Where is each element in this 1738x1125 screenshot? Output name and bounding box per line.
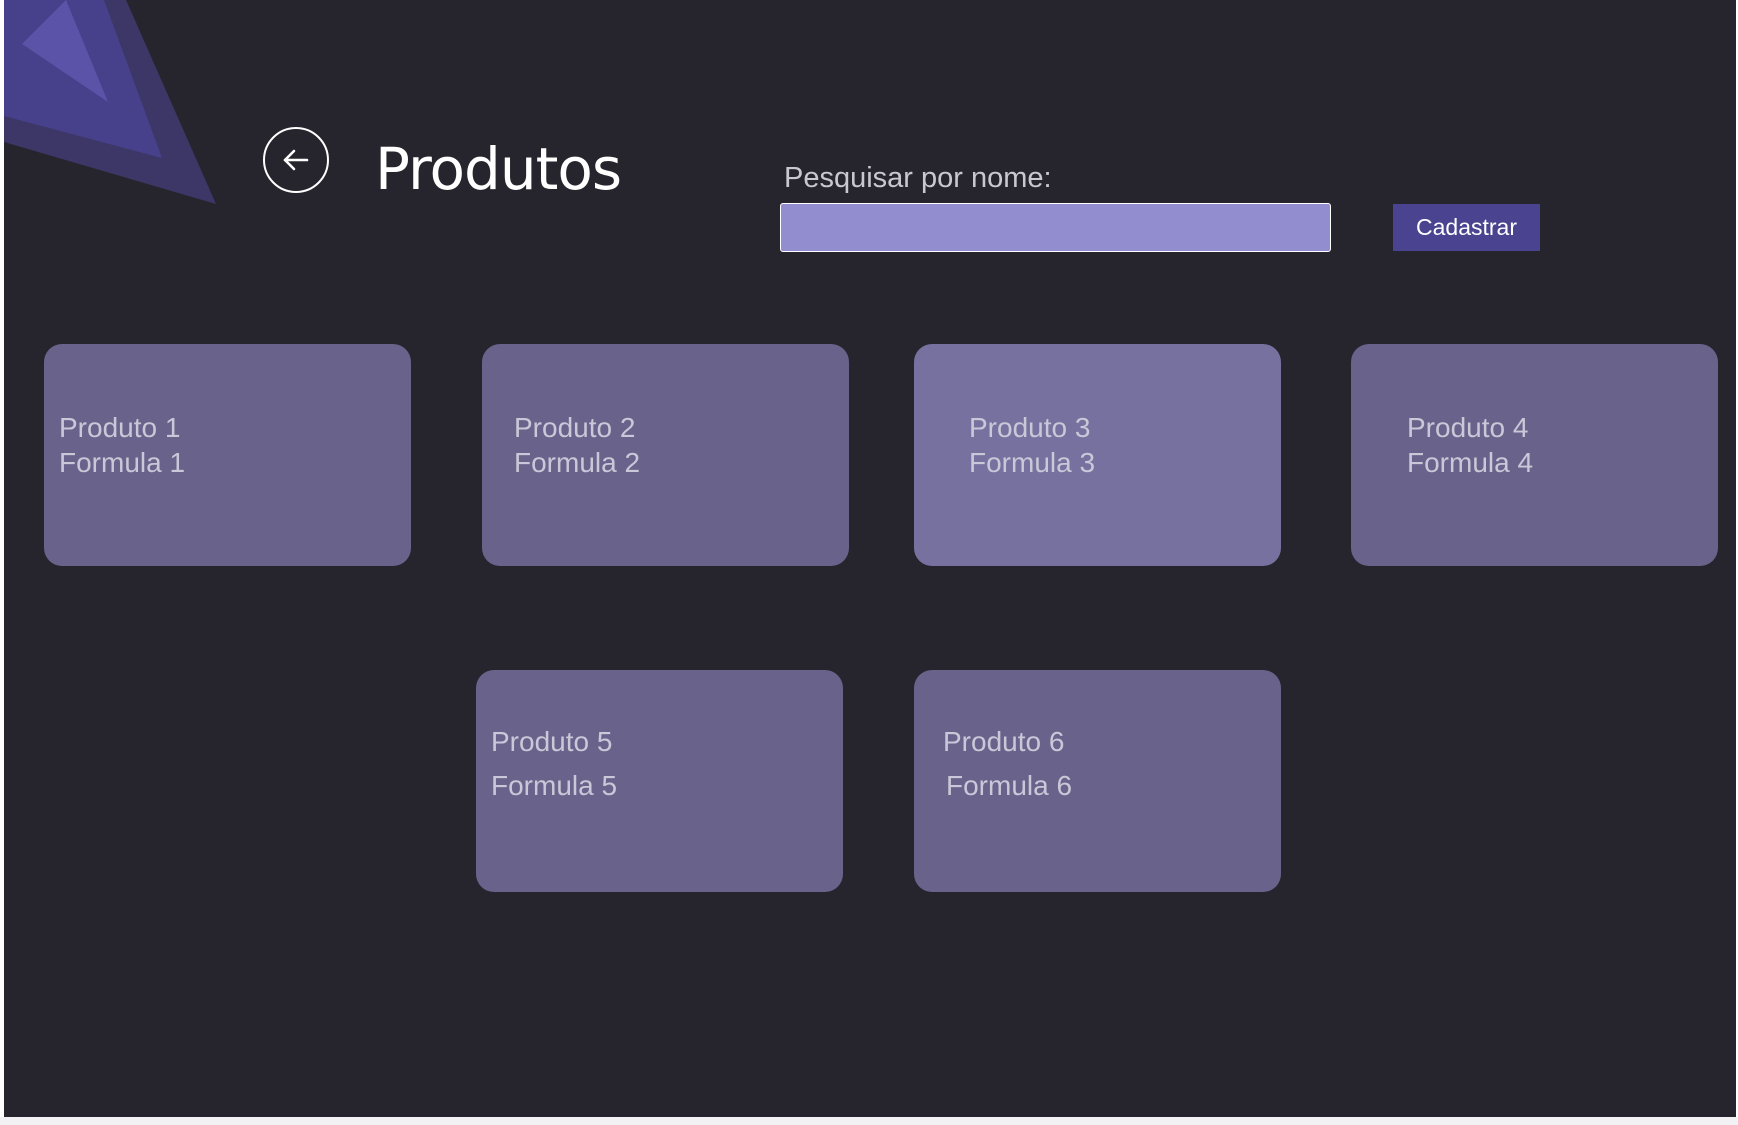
product-name: Produto 6 — [943, 726, 1065, 757]
product-name: Produto 5 — [491, 726, 613, 757]
product-name: Produto 4 — [1407, 412, 1529, 443]
page-title: Produtos — [375, 135, 622, 203]
product-card[interactable]: Produto 2 Formula 2 — [482, 344, 849, 566]
decorative-triangles — [4, 0, 216, 204]
arrow-left-icon — [283, 149, 309, 171]
product-formula: Formula 2 — [514, 447, 641, 478]
product-formula: Formula 4 — [1407, 447, 1534, 478]
product-card[interactable]: Produto 5 Formula 5 — [476, 670, 843, 892]
product-card[interactable]: Produto 6 Formula 6 — [914, 670, 1281, 892]
window-bottom-edge — [0, 1117, 1738, 1125]
product-formula: Formula 5 — [491, 770, 618, 801]
product-formula: Formula 1 — [59, 447, 186, 478]
product-name: Produto 1 — [59, 412, 181, 443]
product-card[interactable]: Produto 1 Formula 1 — [44, 344, 411, 566]
back-button[interactable] — [263, 127, 329, 193]
search-label: Pesquisar por nome: — [784, 162, 1052, 194]
product-formula: Formula 6 — [946, 770, 1073, 801]
product-card[interactable]: Produto 3 Formula 3 — [914, 344, 1281, 566]
product-card[interactable]: Produto 4 Formula 4 — [1351, 344, 1718, 566]
product-name: Produto 3 — [969, 412, 1091, 443]
app-screen: Produtos Pesquisar por nome: Cadastrar P… — [4, 0, 1736, 1117]
search-input[interactable] — [780, 203, 1331, 252]
product-name: Produto 2 — [514, 412, 636, 443]
register-button[interactable]: Cadastrar — [1393, 204, 1540, 251]
product-formula: Formula 3 — [969, 447, 1096, 478]
